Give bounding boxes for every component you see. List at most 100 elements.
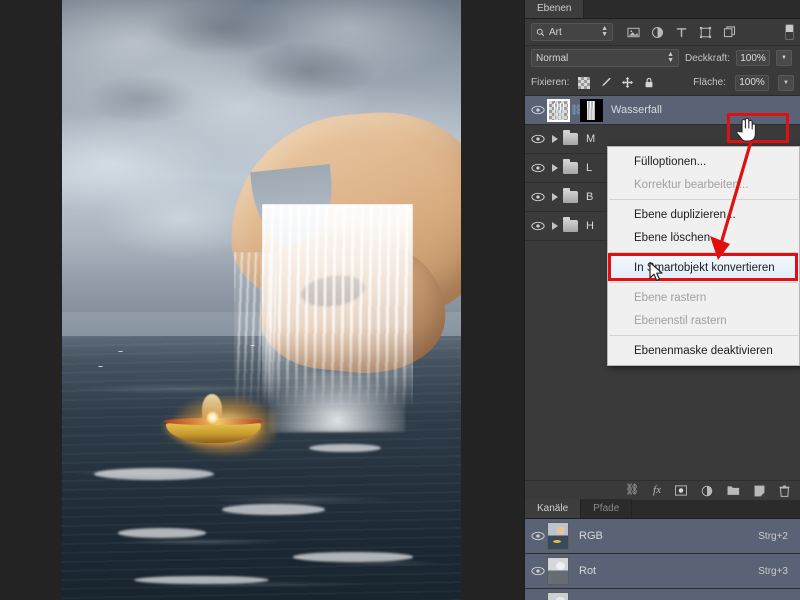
type-filter-icon[interactable] xyxy=(675,26,688,39)
shape-filter-icon[interactable] xyxy=(699,26,712,39)
filter-icon-group xyxy=(627,25,736,39)
tab-kanaele[interactable]: Kanäle xyxy=(525,499,582,518)
layer-visibility-toggle[interactable] xyxy=(529,192,547,202)
layer-name: L xyxy=(586,162,593,174)
tab-pfade[interactable]: Pfade xyxy=(581,499,633,518)
arrow-cursor-on-menu-item xyxy=(649,261,663,281)
channel-visibility-toggle[interactable] xyxy=(529,531,547,541)
layer-mask-link-icon[interactable]: ⛓ xyxy=(570,105,583,116)
bird-icon xyxy=(97,366,103,368)
menu-separator xyxy=(609,282,798,283)
blend-mode-value: Normal xyxy=(536,52,569,64)
fill-dropdown-icon[interactable]: ▼ xyxy=(778,74,794,91)
menu-item-ebene-duplizieren[interactable]: Ebene duplizieren... xyxy=(608,203,799,226)
eye-icon xyxy=(531,192,545,202)
wave-foam xyxy=(221,504,326,515)
waterfall-splash xyxy=(269,372,406,432)
layer-visibility-toggle[interactable] xyxy=(529,221,547,231)
menu-separator xyxy=(609,335,798,336)
canvas-artwork[interactable] xyxy=(62,0,461,600)
eye-icon xyxy=(531,163,545,173)
folder-icon xyxy=(563,188,578,203)
channel-row-rgb[interactable]: RGB Strg+2 xyxy=(525,519,800,554)
channels-panel: Kanäle Pfade RGB Strg+2 Rot Strg+3 xyxy=(525,499,800,600)
lock-image-icon[interactable] xyxy=(599,76,612,89)
opacity-dropdown-icon[interactable]: ▼ xyxy=(776,50,793,66)
new-layer-icon[interactable] xyxy=(754,485,765,497)
filter-enable-toggle[interactable] xyxy=(785,24,794,40)
filter-kind-label: Art xyxy=(549,26,562,38)
layer-visibility-toggle[interactable] xyxy=(529,163,547,173)
layer-visibility-toggle[interactable] xyxy=(529,105,547,115)
new-group-icon[interactable] xyxy=(727,485,740,496)
filter-kind-select[interactable]: Art ▲ ▼ xyxy=(531,23,613,41)
pixel-filter-icon[interactable] xyxy=(627,26,640,39)
opacity-input[interactable]: 100% xyxy=(736,50,771,66)
blend-mode-select[interactable]: Normal ▲ ▼ xyxy=(531,49,679,67)
channel-thumbnail[interactable] xyxy=(547,557,569,585)
add-layer-mask-icon[interactable] xyxy=(675,485,687,496)
eye-icon xyxy=(531,134,545,144)
boat-light-spark xyxy=(205,411,220,425)
chevron-updown-icon: ▲ ▼ xyxy=(601,25,608,38)
document-area xyxy=(0,0,524,600)
menu-item-ebene-loeschen[interactable]: Ebene löschen xyxy=(608,226,799,249)
layer-thumbnail[interactable] xyxy=(547,98,570,122)
smart-object-filter-icon[interactable] xyxy=(723,25,736,39)
layer-style-fx-icon[interactable]: fx xyxy=(653,485,661,496)
menu-item-in-smartobjekt-konvertieren[interactable]: In Smartobjekt konvertieren xyxy=(608,256,799,279)
channel-name: Rot xyxy=(579,565,597,577)
folder-icon xyxy=(563,159,578,174)
layer-name: B xyxy=(586,191,594,203)
photoshop-window: Ebenen Art ▲ ▼ Normal ▲ ▼ Deckkraft: 100… xyxy=(0,0,800,600)
group-expand-arrow[interactable] xyxy=(547,193,563,201)
layer-name: M xyxy=(586,133,596,145)
menu-item-ebenenmaske-deaktivieren[interactable]: Ebenenmaske deaktivieren xyxy=(608,339,799,362)
group-expand-arrow[interactable] xyxy=(547,135,563,143)
lock-position-icon[interactable] xyxy=(621,76,634,89)
wave-foam xyxy=(293,552,414,562)
menu-item-fulloptionen[interactable]: Fülloptionen... xyxy=(608,150,799,173)
channel-name: RGB xyxy=(579,530,603,542)
wave-foam xyxy=(117,528,206,538)
channel-row-gruen[interactable]: Grün Strg+4 xyxy=(525,589,800,600)
channel-row-rot[interactable]: Rot Strg+3 xyxy=(525,554,800,589)
new-adjustment-layer-icon[interactable] xyxy=(701,485,713,497)
eye-icon xyxy=(531,531,545,541)
search-icon xyxy=(536,28,545,36)
blend-mode-row: Normal ▲ ▼ Deckkraft: 100% ▼ xyxy=(525,46,800,70)
layer-filter-row: Art ▲ ▼ xyxy=(525,19,800,46)
channel-thumbnail[interactable] xyxy=(547,592,569,600)
menu-separator xyxy=(609,199,798,200)
lock-all-icon[interactable] xyxy=(643,76,655,89)
eye-icon xyxy=(531,105,545,115)
layer-mask-thumbnail[interactable] xyxy=(580,98,603,122)
bird-icon xyxy=(117,351,123,353)
hand-cursor-on-panel-menu xyxy=(736,117,756,142)
layer-name: Wasserfall xyxy=(611,104,662,116)
channels-tabstrip: Kanäle Pfade xyxy=(525,499,800,519)
tab-ebenen[interactable]: Ebenen xyxy=(525,0,585,18)
delete-layer-icon[interactable] xyxy=(779,484,790,497)
channel-thumbnail[interactable] xyxy=(547,522,569,550)
adjustment-filter-icon[interactable] xyxy=(651,26,664,39)
opacity-label: Deckkraft: xyxy=(685,52,731,64)
folder-icon xyxy=(563,217,578,232)
channel-visibility-toggle[interactable] xyxy=(529,566,547,576)
layer-row-wasserfall[interactable]: ⛓ Wasserfall xyxy=(525,96,800,125)
fill-label: Fläche: xyxy=(693,77,726,88)
fill-input[interactable]: 100% xyxy=(735,74,769,91)
menu-item-korrektur-bearbeiten: Korrektur bearbeiten... xyxy=(634,178,749,191)
layer-name: H xyxy=(586,220,594,232)
group-expand-arrow[interactable] xyxy=(547,164,563,172)
lock-transparency-icon[interactable] xyxy=(578,76,591,89)
channel-shortcut: Strg+2 xyxy=(758,530,788,542)
link-layers-icon[interactable]: ⛓ xyxy=(625,485,639,496)
folder-icon xyxy=(563,130,578,145)
lock-label: Fixieren: xyxy=(531,77,570,88)
eye-icon xyxy=(531,566,545,576)
menu-item-ebene-rastern: Ebene rastern xyxy=(634,291,707,304)
layer-visibility-toggle[interactable] xyxy=(529,134,547,144)
group-expand-arrow[interactable] xyxy=(547,222,563,230)
channel-shortcut: Strg+3 xyxy=(758,565,788,577)
